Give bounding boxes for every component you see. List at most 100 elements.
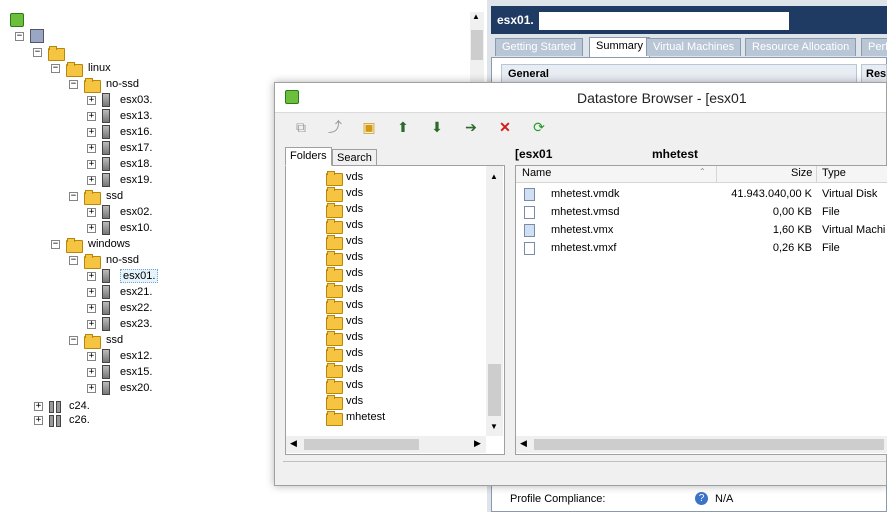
tab-virtual-machines[interactable]: Virtual Machines <box>646 38 742 56</box>
expand-toggle[interactable]: + <box>87 352 96 361</box>
folder-node[interactable]: no-ssd <box>84 76 139 93</box>
expand-toggle[interactable]: + <box>87 384 96 393</box>
host-node[interactable]: esx17. <box>102 140 152 156</box>
file-row[interactable]: mhetest.vmx 1,60 KB Virtual Machi <box>516 221 887 239</box>
datastore-folder[interactable]: mhetest <box>326 409 385 426</box>
file-name: mhetest.vmsd <box>551 206 620 218</box>
folder-icon <box>326 298 343 314</box>
datastore-folder[interactable]: vds <box>326 217 363 234</box>
host-node[interactable]: esx03. <box>102 92 152 108</box>
datastore-folder[interactable]: vds <box>326 297 363 314</box>
refresh-icon[interactable]: ⟳ <box>529 117 549 137</box>
expand-toggle[interactable]: + <box>34 402 43 411</box>
file-h-scrollbar[interactable]: ◀ <box>516 436 887 453</box>
datastore-folder[interactable]: vds <box>326 233 363 250</box>
folder-h-scrollbar[interactable]: ◀ ▶ <box>286 436 486 453</box>
expand-toggle[interactable]: + <box>34 416 43 425</box>
datastore-folder[interactable]: vds <box>326 201 363 218</box>
collapse-toggle[interactable]: − <box>69 80 78 89</box>
expand-toggle[interactable]: + <box>87 320 96 329</box>
host-node[interactable]: esx18. <box>102 156 152 172</box>
folder-label: vds <box>346 363 364 375</box>
datastore-folder[interactable]: vds <box>326 169 363 186</box>
datastore-folder[interactable]: vds <box>326 329 363 346</box>
datastore-folder[interactable]: vds <box>326 361 364 378</box>
move-icon[interactable]: ⤴ <box>325 117 345 137</box>
expand-toggle[interactable]: + <box>87 224 96 233</box>
download-icon[interactable]: ⬇ <box>427 117 447 137</box>
host-node[interactable]: esx15. <box>102 364 152 380</box>
host-node[interactable]: esx22. <box>102 300 152 316</box>
host-node[interactable]: esx20. <box>102 380 152 396</box>
upload-icon[interactable]: ⬆ <box>393 117 413 137</box>
folder-node[interactable]: no-ssd <box>84 252 139 269</box>
collapse-toggle[interactable]: − <box>51 64 60 73</box>
file-size: 0,26 KB <box>772 242 812 254</box>
datastore-folder[interactable]: vds <box>326 265 363 282</box>
datastore-folder[interactable]: vds <box>326 249 363 266</box>
expand-toggle[interactable]: + <box>87 160 96 169</box>
collapse-toggle[interactable]: − <box>51 240 60 249</box>
folder-node[interactable]: ssd <box>84 332 123 349</box>
folder-icon <box>84 189 101 205</box>
expand-toggle[interactable]: + <box>87 272 96 281</box>
file-row[interactable]: mhetest.vmdk 41.943.040,00 K Virtual Disk <box>516 185 887 203</box>
folder-scrollbar[interactable]: ▲ ▼ <box>486 166 503 436</box>
cluster-node[interactable]: c26. <box>49 412 90 428</box>
datastore-folder[interactable]: vds <box>326 393 363 410</box>
expand-toggle[interactable]: + <box>87 128 96 137</box>
datastore-folder[interactable]: vds <box>326 185 363 202</box>
host-node[interactable]: esx13. <box>102 108 152 124</box>
help-icon[interactable]: ? <box>695 492 708 505</box>
datastore-folder[interactable]: vds <box>326 377 363 394</box>
delete-icon[interactable]: ✕ <box>495 117 515 137</box>
folder-node[interactable]: windows <box>66 236 130 253</box>
tab-folders[interactable]: Folders <box>285 147 332 166</box>
datacenter-node[interactable] <box>30 28 44 44</box>
expand-toggle[interactable]: + <box>87 304 96 313</box>
tab-perf[interactable]: Perf <box>861 38 887 56</box>
collapse-toggle[interactable]: − <box>69 336 78 345</box>
column-type[interactable]: Type <box>822 167 846 179</box>
host-node[interactable]: esx01. <box>102 268 159 284</box>
expand-toggle[interactable]: + <box>87 288 96 297</box>
expand-toggle[interactable]: + <box>87 176 96 185</box>
host-node[interactable]: esx10. <box>102 220 152 236</box>
expand-toggle[interactable]: + <box>87 368 96 377</box>
tab-summary[interactable]: Summary <box>589 37 651 57</box>
collapse-toggle[interactable]: − <box>15 32 24 41</box>
datastore-folder[interactable]: vds <box>326 313 363 330</box>
vcenter-root[interactable] <box>10 12 24 28</box>
datastore-folder[interactable]: vds <box>326 281 364 298</box>
register-vm-icon[interactable]: ➔ <box>461 117 481 137</box>
file-row[interactable]: mhetest.vmxf 0,26 KB File <box>516 239 887 257</box>
expand-toggle[interactable]: + <box>87 208 96 217</box>
collapse-toggle[interactable]: − <box>69 192 78 201</box>
host-node[interactable]: esx21. <box>102 284 152 300</box>
folder-node[interactable]: linux <box>66 60 111 77</box>
folder-node[interactable]: ssd <box>84 188 123 205</box>
tab-getting-started[interactable]: Getting Started <box>495 38 583 56</box>
copy-icon[interactable]: ⧉ <box>291 117 311 137</box>
new-folder-icon[interactable]: ▣ <box>359 117 379 137</box>
collapse-toggle[interactable]: − <box>33 48 42 57</box>
file-row[interactable]: mhetest.vmsd 0,00 KB File <box>516 203 887 221</box>
expand-toggle[interactable]: + <box>87 144 96 153</box>
host-node[interactable]: esx23. <box>102 316 152 332</box>
node-label: esx23. <box>120 318 153 330</box>
host-node[interactable]: esx02. <box>102 204 152 220</box>
host-node[interactable]: esx12. <box>102 348 152 364</box>
host-node[interactable]: esx16. <box>102 124 152 140</box>
resources-section-header: Res <box>861 64 887 84</box>
root-folder-node[interactable] <box>48 44 65 61</box>
folder-label: vds <box>346 283 364 295</box>
collapse-toggle[interactable]: − <box>69 256 78 265</box>
tab-resource-allocation[interactable]: Resource Allocation <box>745 38 857 56</box>
host-node[interactable]: esx19. <box>102 172 152 188</box>
datastore-folder[interactable]: vds <box>326 345 363 362</box>
column-size[interactable]: Size <box>791 167 812 179</box>
column-name[interactable]: Name <box>522 167 551 179</box>
expand-toggle[interactable]: + <box>87 112 96 121</box>
expand-toggle[interactable]: + <box>87 96 96 105</box>
tab-search[interactable]: Search <box>332 149 377 166</box>
